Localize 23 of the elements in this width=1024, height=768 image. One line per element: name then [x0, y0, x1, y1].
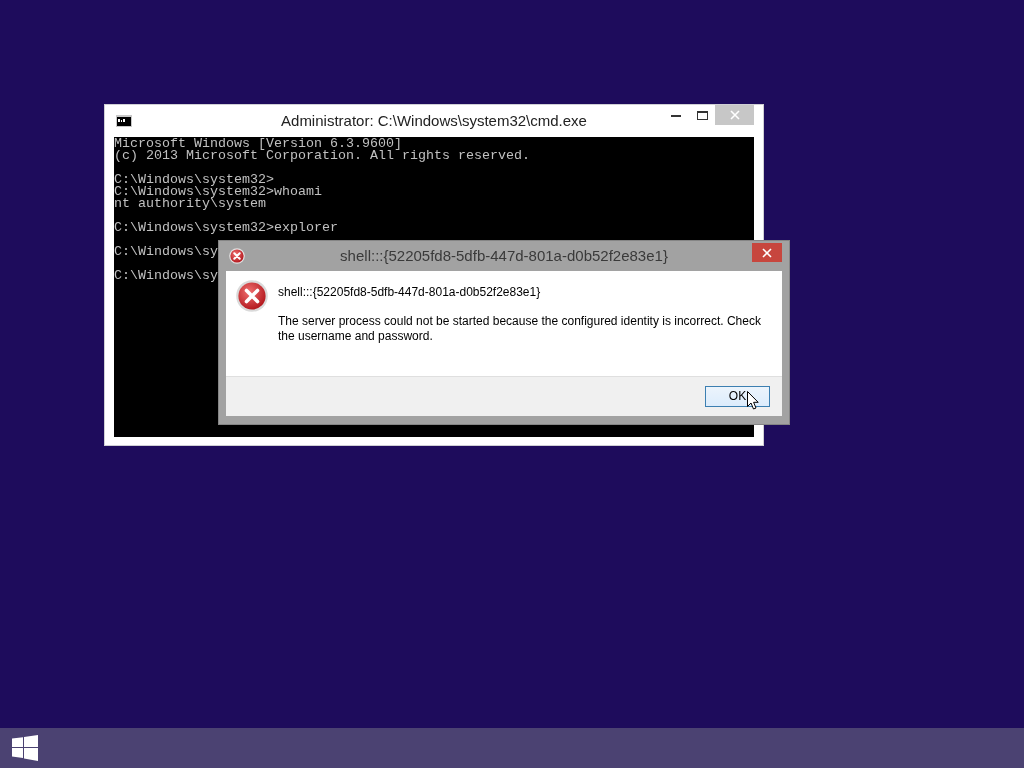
console-line: C:\Windows\sy [114, 246, 218, 258]
minimize-icon [670, 115, 681, 117]
console-line: (c) 2013 Microsoft Corporation. All rights reserved. [114, 150, 530, 162]
maximize-icon [696, 110, 708, 120]
console-line: C:\Windows\sy [114, 270, 218, 282]
ok-button[interactable]: OK [705, 386, 770, 407]
console-line: C:\Windows\system32>whoami [114, 186, 322, 198]
windows-logo-icon[interactable] [12, 735, 38, 761]
error-heading: shell:::{52205fd8-5dfb-447d-801a-d0b52f2e83e1} [278, 285, 542, 300]
console-line: C:\Windows\system32>explorer [114, 222, 338, 234]
console-line: nt authority\system [114, 198, 266, 210]
console-icon [116, 115, 132, 127]
dialog-title: shell:::{52205fd8-5dfb-447d-801a-d0b52f2e83e1} [340, 246, 668, 266]
mouse-pointer-icon [747, 391, 759, 410]
window-title: Administrator: C:\Windows\system32\cmd.exe [281, 111, 587, 131]
console-line: C:\Windows\system32> [114, 174, 274, 186]
error-icon [236, 280, 268, 312]
error-message: The server process could not be started because the configured identity is incorrect. Check the username and password. [278, 314, 762, 344]
close-icon [762, 247, 772, 258]
console-line: Microsoft Windows [Version 6.3.9600] [114, 138, 402, 150]
close-button[interactable] [752, 243, 782, 262]
close-icon [729, 110, 740, 120]
error-icon [229, 248, 245, 264]
